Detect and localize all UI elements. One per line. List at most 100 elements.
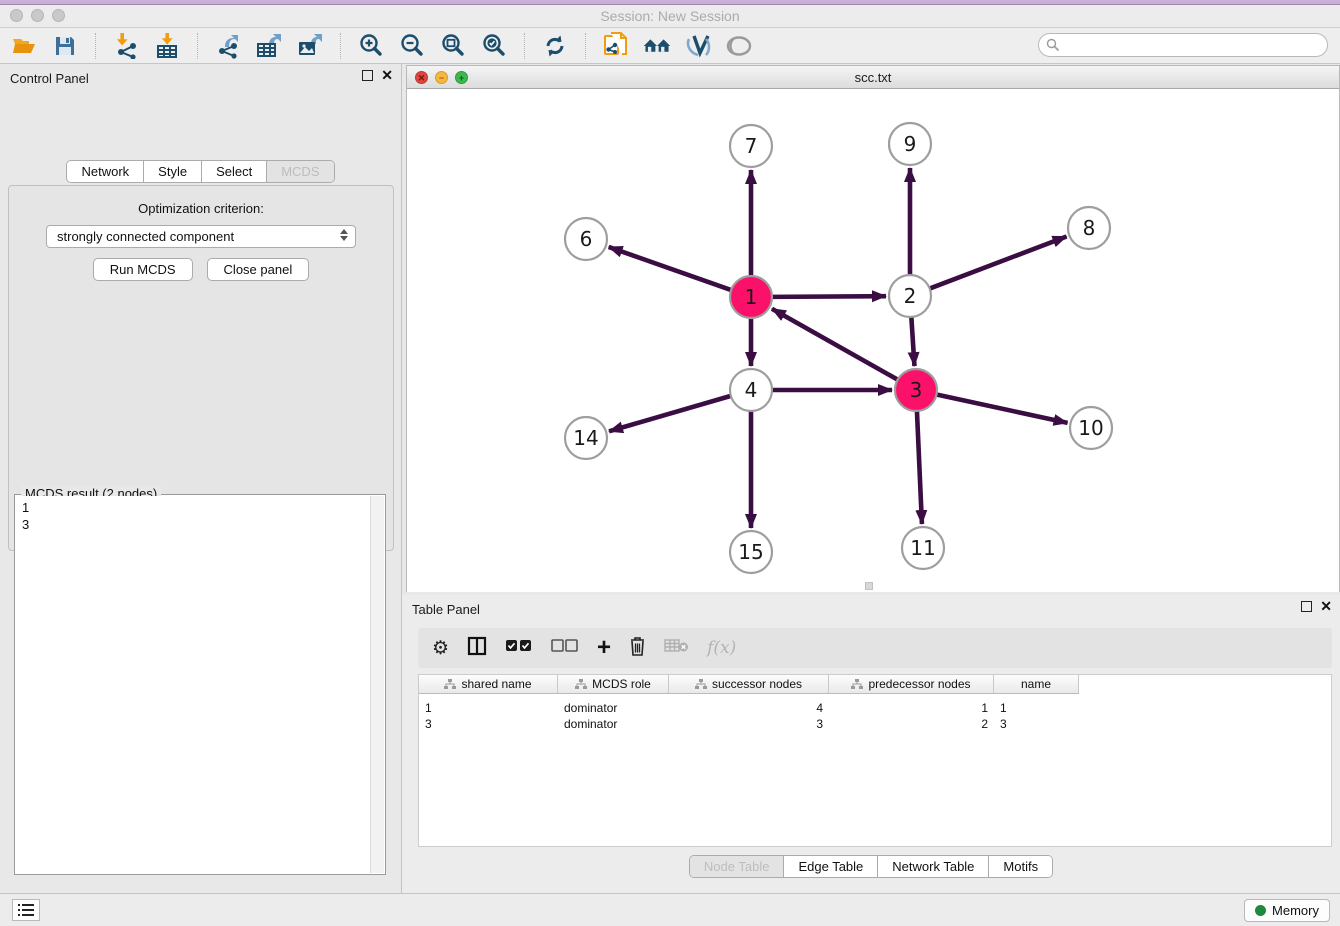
cell-shared-name[interactable]: 1 bbox=[419, 700, 558, 716]
column-layout-icon[interactable] bbox=[467, 636, 487, 661]
zoom-out-icon[interactable] bbox=[398, 32, 426, 60]
network-canvas[interactable]: 1234678910111415 bbox=[407, 89, 1339, 592]
column-header-shared-name[interactable]: shared name bbox=[419, 675, 558, 693]
tree-icon bbox=[444, 679, 456, 690]
deselect-all-icon[interactable] bbox=[551, 639, 579, 657]
node-table[interactable]: shared name MCDS role successor nodes pr… bbox=[418, 674, 1332, 847]
export-network-icon[interactable] bbox=[214, 32, 242, 60]
network-window-titlebar[interactable]: ✕ − + scc.txt bbox=[407, 66, 1339, 89]
tree-icon bbox=[575, 679, 587, 690]
memory-label: Memory bbox=[1272, 903, 1319, 918]
criterion-select[interactable]: strongly connected component bbox=[46, 225, 356, 248]
mcds-result-text[interactable]: 1 3 bbox=[16, 496, 370, 873]
delete-icon[interactable] bbox=[629, 636, 646, 661]
list-icon bbox=[18, 904, 34, 916]
tab-edge-table[interactable]: Edge Table bbox=[783, 856, 877, 877]
column-header-predecessor-nodes[interactable]: predecessor nodes bbox=[829, 675, 994, 693]
cell-successor-nodes[interactable]: 3 bbox=[669, 716, 829, 732]
cell-name[interactable]: 3 bbox=[994, 716, 1079, 732]
table-tabs: Node Table Edge Table Network Table Moti… bbox=[689, 855, 1053, 878]
layout-refresh-icon[interactable] bbox=[541, 32, 569, 60]
export-image-icon[interactable] bbox=[296, 32, 324, 60]
network-window: ✕ − + scc.txt 1234678910111415 bbox=[406, 65, 1340, 592]
cell-predecessor-nodes[interactable]: 1 bbox=[829, 700, 994, 716]
tab-network-table[interactable]: Network Table bbox=[877, 856, 988, 877]
close-panel-button[interactable]: Close panel bbox=[207, 258, 310, 281]
cell-name[interactable]: 1 bbox=[994, 700, 1079, 716]
graph-edge-1-6[interactable] bbox=[609, 247, 732, 290]
table-panel: Table Panel ✕ ⚙ + f(x) bbox=[402, 595, 1340, 893]
cell-successor-nodes[interactable]: 4 bbox=[669, 700, 829, 716]
open-session-icon[interactable] bbox=[10, 32, 38, 60]
table-row[interactable]: 1 dominator 4 1 1 bbox=[419, 700, 1079, 716]
graph-node-label-1: 1 bbox=[745, 285, 758, 309]
select-all-icon[interactable] bbox=[505, 639, 533, 657]
graph-node-label-2: 2 bbox=[904, 284, 917, 308]
graph-node-label-4: 4 bbox=[745, 378, 758, 402]
close-table-panel-icon[interactable]: ✕ bbox=[1320, 601, 1332, 612]
tab-mcds[interactable]: MCDS bbox=[266, 161, 333, 182]
table-panel-title: Table Panel bbox=[412, 602, 480, 617]
window-title: Session: New Session bbox=[0, 8, 1340, 24]
zoom-in-icon[interactable] bbox=[357, 32, 385, 60]
result-scrollbar[interactable] bbox=[370, 496, 384, 873]
toolbar-separator bbox=[524, 33, 525, 59]
add-column-icon[interactable]: + bbox=[597, 638, 611, 658]
column-header-successor-nodes[interactable]: successor nodes bbox=[669, 675, 829, 693]
cytoscape-app: Session: New Session bbox=[0, 0, 1340, 926]
home-icon[interactable] bbox=[643, 32, 671, 60]
table-row[interactable]: 3 dominator 3 2 3 bbox=[419, 716, 1079, 732]
toolbar-separator bbox=[340, 33, 341, 59]
control-panel-tabs: Network Style Select MCDS bbox=[66, 160, 334, 183]
cell-shared-name[interactable]: 3 bbox=[419, 716, 558, 732]
zoom-selected-icon[interactable] bbox=[480, 32, 508, 60]
graph-node-label-8: 8 bbox=[1083, 216, 1096, 240]
column-header-name[interactable]: name bbox=[994, 675, 1079, 693]
graph-edge-2-3[interactable] bbox=[911, 317, 914, 366]
network-graph[interactable]: 1234678910111415 bbox=[407, 89, 1339, 592]
graph-edge-3-11[interactable] bbox=[917, 411, 922, 524]
new-network-icon[interactable] bbox=[602, 32, 630, 60]
gear-icon[interactable]: ⚙ bbox=[432, 637, 449, 660]
graph-edge-3-10[interactable] bbox=[937, 394, 1068, 422]
tab-style[interactable]: Style bbox=[143, 161, 201, 182]
save-session-icon[interactable] bbox=[51, 32, 79, 60]
graph-edge-1-2[interactable] bbox=[772, 296, 886, 297]
tab-select[interactable]: Select bbox=[201, 161, 266, 182]
column-header-mcds-role[interactable]: MCDS role bbox=[558, 675, 669, 693]
delete-table-icon bbox=[664, 638, 689, 658]
float-table-panel-icon[interactable] bbox=[1301, 601, 1312, 612]
table-header-row: shared name MCDS role successor nodes pr… bbox=[419, 675, 1079, 694]
tree-icon bbox=[695, 679, 707, 690]
eye-icon[interactable] bbox=[725, 32, 753, 60]
toolbar-separator bbox=[95, 33, 96, 59]
search-input[interactable] bbox=[1038, 33, 1328, 57]
tab-network[interactable]: Network bbox=[67, 161, 143, 182]
tab-motifs[interactable]: Motifs bbox=[988, 856, 1052, 877]
cell-mcds-role[interactable]: dominator bbox=[558, 700, 669, 716]
cell-mcds-role[interactable]: dominator bbox=[558, 716, 669, 732]
table-toolbar: ⚙ + f(x) bbox=[418, 628, 1332, 668]
zoom-fit-icon[interactable] bbox=[439, 32, 467, 60]
float-panel-icon[interactable] bbox=[362, 70, 373, 81]
control-panel: Control Panel ✕ Network Style Select MCD… bbox=[0, 64, 402, 893]
toolbar-separator bbox=[585, 33, 586, 59]
graph-edge-2-8[interactable] bbox=[930, 237, 1067, 289]
visual-style-icon[interactable] bbox=[684, 32, 712, 60]
graph-edge-4-14[interactable] bbox=[609, 396, 731, 431]
graph-edge-3-1[interactable] bbox=[772, 309, 898, 380]
run-mcds-button[interactable]: Run MCDS bbox=[93, 258, 193, 281]
graph-node-label-14: 14 bbox=[573, 426, 598, 450]
import-network-icon[interactable] bbox=[112, 32, 140, 60]
memory-button[interactable]: Memory bbox=[1244, 899, 1330, 922]
import-table-icon[interactable] bbox=[153, 32, 181, 60]
canvas-resize-grip[interactable] bbox=[865, 582, 873, 590]
task-history-button[interactable] bbox=[12, 899, 40, 921]
cell-predecessor-nodes[interactable]: 2 bbox=[829, 716, 994, 732]
close-panel-icon[interactable]: ✕ bbox=[381, 70, 393, 81]
export-table-icon[interactable] bbox=[255, 32, 283, 60]
search-icon bbox=[1046, 38, 1060, 57]
tab-node-table[interactable]: Node Table bbox=[690, 856, 784, 877]
graph-node-label-3: 3 bbox=[910, 378, 923, 402]
graph-node-label-15: 15 bbox=[738, 540, 763, 564]
